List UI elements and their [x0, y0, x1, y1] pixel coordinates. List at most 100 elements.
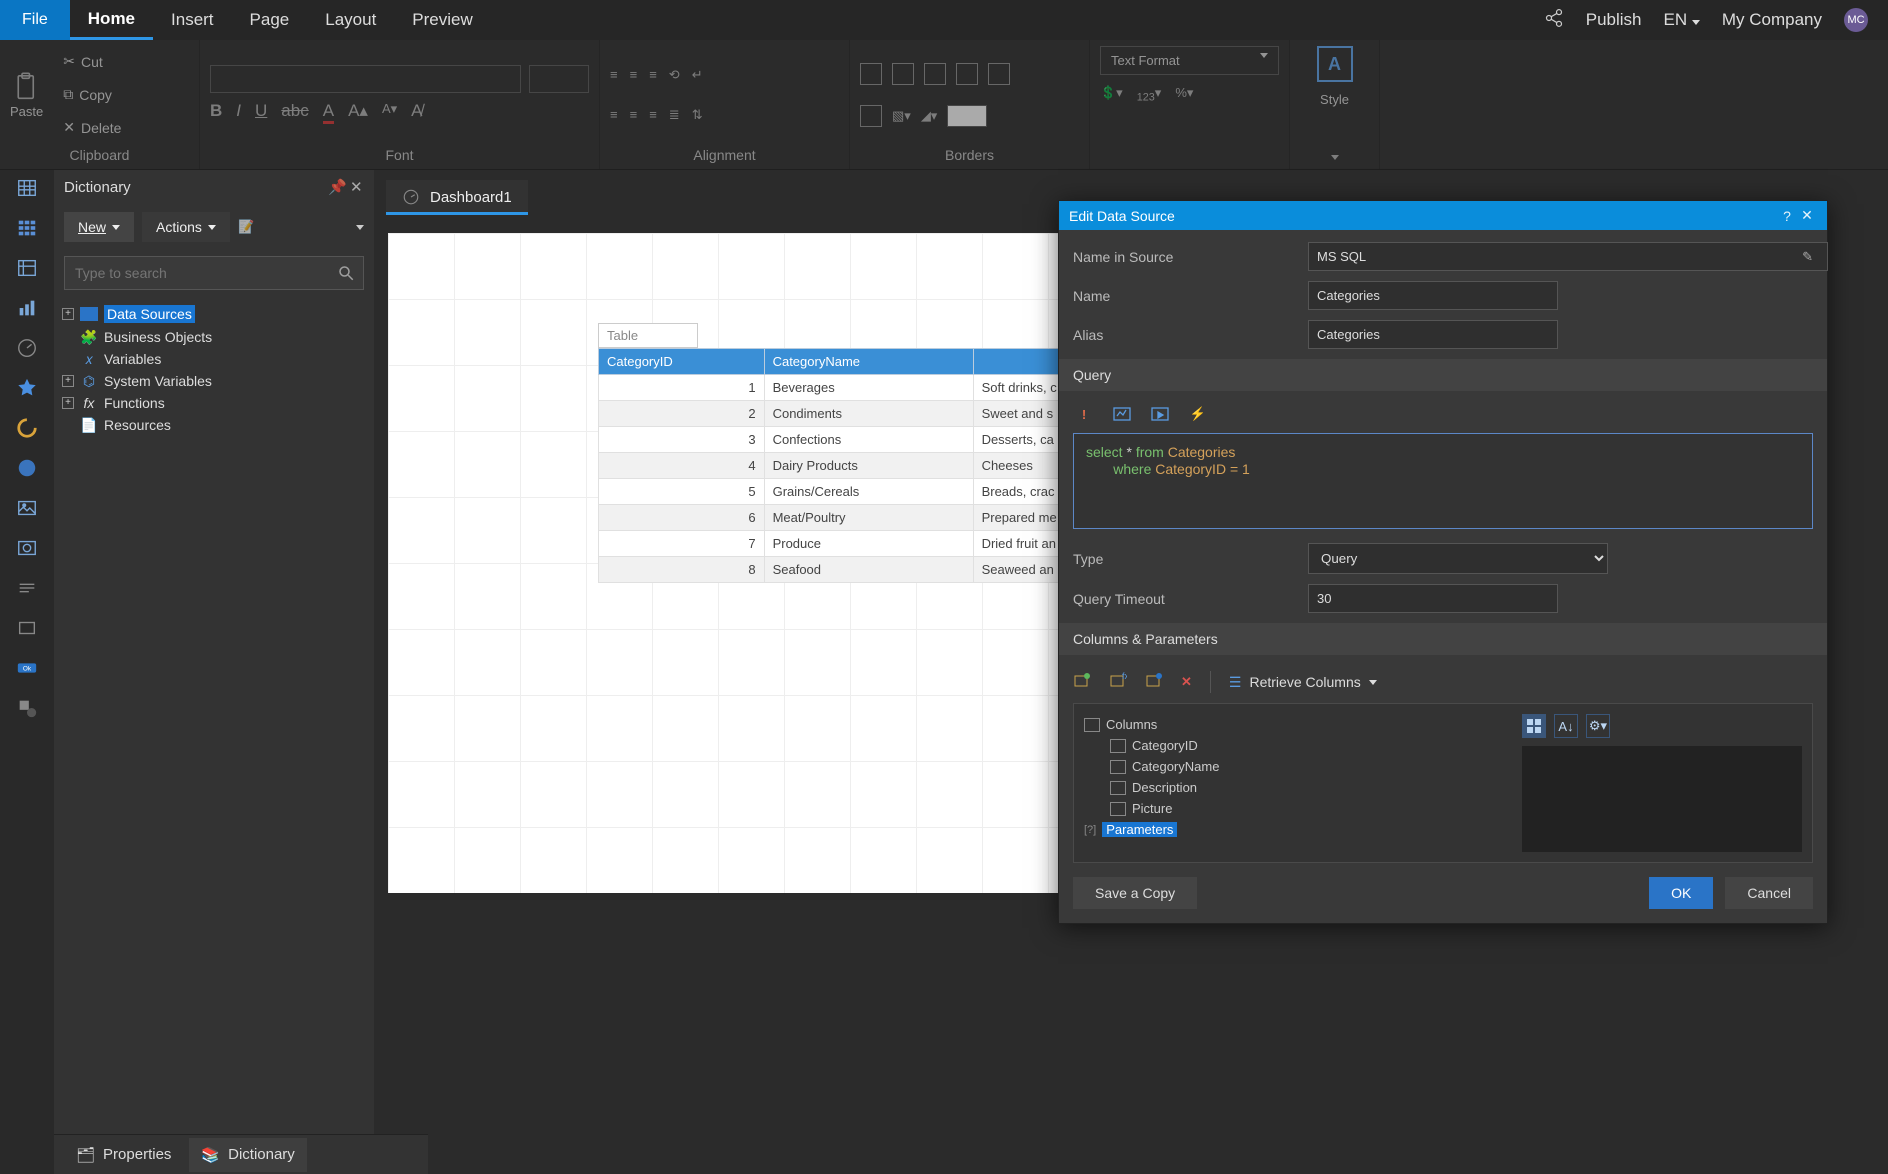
- text-tool-icon[interactable]: [15, 576, 39, 600]
- cancel-button[interactable]: Cancel: [1725, 877, 1813, 909]
- new-calc-column-icon[interactable]: fx: [1109, 672, 1127, 693]
- fill-icon[interactable]: ◢▾: [921, 108, 938, 124]
- gauge-tool-icon[interactable]: [15, 336, 39, 360]
- cut-button[interactable]: ✂Cut: [55, 48, 129, 75]
- bold-button[interactable]: B: [210, 101, 222, 124]
- publish-button[interactable]: Publish: [1586, 10, 1642, 30]
- delete-button[interactable]: ✕Delete: [55, 114, 129, 141]
- tab-home[interactable]: Home: [70, 0, 153, 40]
- style-button[interactable]: A: [1317, 46, 1353, 82]
- new-column-icon[interactable]: [1073, 672, 1091, 693]
- sql-editor[interactable]: select * from Categories where CategoryI…: [1073, 433, 1813, 529]
- error-icon[interactable]: !: [1075, 405, 1093, 423]
- number-icon[interactable]: 123▾: [1137, 85, 1162, 104]
- help-icon[interactable]: ?: [1777, 208, 1797, 224]
- tree-data-sources[interactable]: +Data Sources: [60, 302, 368, 326]
- currency-icon[interactable]: 💲▾: [1100, 85, 1123, 104]
- border-bottom-icon[interactable]: [860, 105, 882, 127]
- retrieve-columns-button[interactable]: ☰ Retrieve Columns: [1229, 674, 1377, 691]
- tree-variables[interactable]: +𝑥Variables: [60, 348, 368, 370]
- edit-item-icon[interactable]: 📝: [238, 219, 254, 235]
- tree-system-variables[interactable]: +⌬System Variables: [60, 370, 368, 392]
- actions-dropdown[interactable]: Actions: [142, 212, 230, 242]
- share-icon[interactable]: [1544, 8, 1564, 33]
- properties-tab[interactable]: 🗂Properties: [64, 1138, 183, 1172]
- name-in-source-input[interactable]: [1308, 242, 1828, 271]
- sort-icon[interactable]: A↓: [1554, 714, 1578, 738]
- close-dialog-icon[interactable]: ✕: [1797, 207, 1817, 224]
- file-menu[interactable]: File: [0, 0, 70, 40]
- dictionary-search[interactable]: [64, 256, 364, 290]
- parameters-node[interactable]: [?]Parameters: [1084, 819, 1522, 840]
- align-justify-icon[interactable]: ≣: [669, 107, 680, 123]
- border-left-icon[interactable]: [924, 63, 946, 85]
- ribbon-expand-icon[interactable]: [1331, 155, 1339, 160]
- copy-button[interactable]: ⧉Copy: [55, 81, 129, 108]
- strike-button[interactable]: abc: [281, 101, 308, 124]
- new-param-icon[interactable]: [1145, 672, 1163, 693]
- edit-source-icon[interactable]: ✎: [1802, 249, 1813, 265]
- button-tool-icon[interactable]: Ok: [15, 656, 39, 680]
- tab-insert[interactable]: Insert: [153, 0, 232, 40]
- pin-icon[interactable]: 📌: [328, 178, 342, 196]
- italic-button[interactable]: I: [236, 101, 241, 124]
- column-picture[interactable]: Picture: [1084, 798, 1522, 819]
- fill-color[interactable]: [947, 105, 987, 127]
- avatar[interactable]: MC: [1844, 8, 1868, 32]
- star-tool-icon[interactable]: [15, 376, 39, 400]
- tab-preview[interactable]: Preview: [394, 0, 490, 40]
- table-tool-icon[interactable]: [15, 176, 39, 200]
- company-name[interactable]: My Company: [1722, 10, 1822, 30]
- column-categoryid[interactable]: CategoryID: [1084, 735, 1522, 756]
- delete-column-icon[interactable]: ✕: [1181, 674, 1192, 690]
- close-panel-icon[interactable]: ✕: [350, 178, 364, 196]
- align-top-right-icon[interactable]: ≡: [649, 67, 657, 82]
- tab-page[interactable]: Page: [232, 0, 308, 40]
- dictionary-tab[interactable]: 📚Dictionary: [189, 1138, 306, 1172]
- align-left-icon[interactable]: ≡: [610, 107, 618, 122]
- grow-font-button[interactable]: A▴: [348, 101, 368, 124]
- line-spacing-icon[interactable]: ⇅: [692, 107, 703, 123]
- save-copy-button[interactable]: Save a Copy: [1073, 877, 1197, 909]
- view-query-icon[interactable]: [1113, 405, 1131, 423]
- column-description[interactable]: Description: [1084, 777, 1522, 798]
- alias-input[interactable]: [1308, 320, 1558, 349]
- timeout-input[interactable]: [1308, 584, 1558, 613]
- ok-button[interactable]: OK: [1649, 877, 1713, 909]
- align-top-left-icon[interactable]: ≡: [610, 67, 618, 82]
- dashboard-page-tab[interactable]: Dashboard1: [386, 180, 528, 215]
- panel-menu-icon[interactable]: [356, 225, 364, 230]
- border-none-icon[interactable]: [892, 63, 914, 85]
- font-size-select[interactable]: [529, 65, 589, 93]
- grid-tool-icon[interactable]: [15, 216, 39, 240]
- gear-icon[interactable]: ⚙▾: [1586, 714, 1610, 738]
- tree-business-objects[interactable]: +🧩Business Objects: [60, 326, 368, 348]
- tree-functions[interactable]: +fxFunctions: [60, 392, 368, 414]
- pivot-tool-icon[interactable]: [15, 256, 39, 280]
- clear-format-button[interactable]: A̸: [411, 101, 422, 124]
- paste-button[interactable]: Paste: [10, 70, 43, 119]
- shrink-font-button[interactable]: A▾: [382, 101, 397, 124]
- lightning-icon[interactable]: ⚡: [1189, 405, 1207, 423]
- align-center-icon[interactable]: ≡: [630, 107, 638, 122]
- column-categoryname[interactable]: CategoryName: [1084, 756, 1522, 777]
- new-dropdown[interactable]: New: [64, 212, 134, 242]
- shadow-icon[interactable]: ▧▾: [892, 108, 911, 124]
- search-input[interactable]: [65, 257, 329, 289]
- border-all-icon[interactable]: [860, 63, 882, 85]
- percent-icon[interactable]: %▾: [1175, 85, 1193, 104]
- image-tool-icon[interactable]: [15, 496, 39, 520]
- region-map-tool-icon[interactable]: [15, 536, 39, 560]
- border-top-icon[interactable]: [988, 63, 1010, 85]
- name-input[interactable]: [1308, 281, 1558, 310]
- tree-resources[interactable]: +📄Resources: [60, 414, 368, 436]
- rotate-icon[interactable]: ⟲: [669, 67, 680, 83]
- font-family-select[interactable]: [210, 65, 521, 93]
- tab-layout[interactable]: Layout: [307, 0, 394, 40]
- online-map-tool-icon[interactable]: [15, 456, 39, 480]
- text-format-select[interactable]: Text Format: [1100, 46, 1279, 75]
- language-selector[interactable]: EN: [1664, 10, 1700, 30]
- word-wrap-icon[interactable]: ↵: [692, 67, 703, 83]
- shape-tool-icon[interactable]: [15, 696, 39, 720]
- align-right-icon[interactable]: ≡: [649, 107, 657, 122]
